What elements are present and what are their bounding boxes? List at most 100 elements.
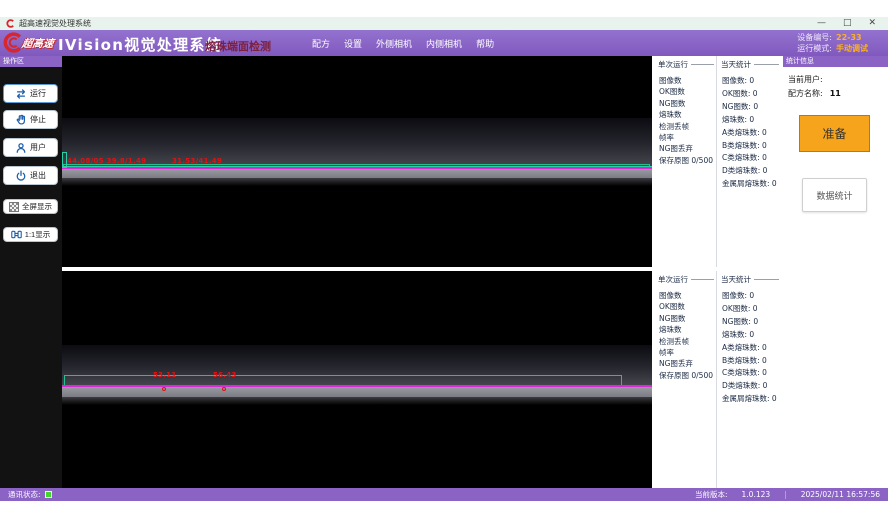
stat-row: 检测丢帧 — [659, 336, 716, 347]
comm-status-label: 通讯状态: — [8, 489, 41, 500]
stop-button-label: 停止 — [30, 114, 46, 125]
menu-item-help[interactable]: 帮助 — [476, 37, 494, 50]
stat-row: A类熔珠数: 0 — [722, 342, 781, 355]
measurement-annotation: 56.43 — [213, 371, 237, 379]
brand-name: 超高速 — [21, 36, 55, 51]
daily-stats-column: 当天统计 图像数: 0 OK图数: 0 NG图数: 0 熔珠数: 0 A类熔珠数… — [718, 271, 781, 488]
comm-status-indicator-icon — [45, 491, 52, 498]
strip-highlight-top — [62, 169, 652, 178]
stat-row: C类熔珠数: 0 — [722, 367, 781, 380]
user-button[interactable]: 用户 — [3, 138, 58, 157]
menu-item-outer-camera[interactable]: 外侧相机 — [376, 37, 412, 50]
prepare-button[interactable]: 准备 — [799, 115, 870, 152]
device-number-value: 22-33 — [836, 33, 862, 42]
device-info: 设备编号:22-33 运行模式:手动调试 — [797, 32, 868, 54]
stat-row: A类熔珠数: 0 — [722, 127, 781, 140]
stat-row: 帧率 — [659, 347, 716, 358]
defect-marker-icon — [162, 387, 166, 391]
datetime-value: 2025/02/11 16:57:56 — [801, 490, 880, 499]
stat-row: 熔珠数: 0 — [722, 329, 781, 342]
menu-item-recipe[interactable]: 配方 — [312, 37, 330, 50]
current-user-label: 当前用户: — [788, 75, 823, 84]
one-to-one-button-label: 1:1显示 — [25, 229, 50, 240]
exit-button[interactable]: 退出 — [3, 166, 58, 185]
menu-item-settings[interactable]: 设置 — [344, 37, 362, 50]
stat-row: 保存原图 0/500 — [659, 155, 716, 166]
stat-row: 帧率 — [659, 132, 716, 143]
minimize-button[interactable]: — — [817, 19, 826, 28]
stat-row: NG图丢弃 — [659, 358, 716, 369]
stat-row: NG图数 — [659, 98, 716, 109]
stat-row: B类熔珠数: 0 — [722, 355, 781, 368]
strip-fade-top — [62, 178, 652, 186]
run-button-label: 运行 — [30, 88, 46, 99]
daily-stats-title: 当天统计 — [721, 274, 781, 285]
stat-row: D类熔珠数: 0 — [722, 165, 781, 178]
data-stats-button[interactable]: 数据统计 — [802, 178, 867, 212]
fullscreen-button[interactable]: 全屏显示 — [3, 199, 58, 214]
sidebar-title: 操作区 — [0, 56, 62, 67]
stat-row: OK图数 — [659, 301, 716, 312]
status-separator: | — [784, 490, 787, 499]
exit-button-label: 退出 — [30, 170, 46, 181]
stat-row: OK图数: 0 — [722, 88, 781, 101]
run-mode-label: 运行模式: — [797, 44, 832, 53]
recipe-name-label: 配方名称: — [788, 89, 823, 98]
stat-row: 保存原图 0/500 — [659, 370, 716, 381]
maximize-button[interactable]: □ — [843, 19, 852, 28]
stat-row: 熔珠数: 0 — [722, 114, 781, 127]
stat-row: OK图数 — [659, 86, 716, 97]
defect-marker-icon — [222, 387, 226, 391]
user-icon — [15, 142, 27, 154]
app-header: 超高速 IVision视觉处理系统 熔珠端面检测 配方 设置 外侧相机 内侧相机… — [0, 30, 888, 56]
run-cycle-icon — [15, 88, 27, 100]
app-logo-icon — [6, 19, 15, 28]
daily-stats-title: 当天统计 — [721, 59, 781, 70]
stat-row: 检测丢帧 — [659, 121, 716, 132]
single-run-column: 单次运行 图像数 OK图数 NG图数 熔珠数 检测丢帧 帧率 NG图丢弃 保存原… — [655, 56, 717, 267]
os-titlebar: 超高速视觉处理系统 — □ ✕ — [0, 17, 888, 30]
stat-row: NG图数: 0 — [722, 316, 781, 329]
app-subtitle: 熔珠端面检测 — [205, 38, 271, 54]
stat-row: 图像数 — [659, 75, 716, 86]
stat-row: D类熔珠数: 0 — [722, 380, 781, 393]
measurement-annotation: 53.11 — [153, 371, 177, 379]
menu-item-inner-camera[interactable]: 内侧相机 — [426, 37, 462, 50]
stat-row: 图像数: 0 — [722, 75, 781, 88]
camera-view-top: 44.08/05 39.8/1.49 31.53/41.49 — [62, 56, 652, 267]
app-window: 超高速视觉处理系统 — □ ✕ 超高速 IVision视觉处理系统 熔珠端面检测… — [0, 0, 888, 522]
stat-row: 金属屑熔珠数: 0 — [722, 178, 781, 191]
stat-row: NG图数 — [659, 313, 716, 324]
window-title: 超高速视觉处理系统 — [19, 18, 817, 29]
stats-panel-top: 单次运行 图像数 OK图数 NG图数 熔珠数 检测丢帧 帧率 NG图丢弃 保存原… — [655, 56, 781, 267]
single-run-title: 单次运行 — [658, 59, 716, 70]
info-panel-title: 统计信息 — [783, 56, 888, 67]
stat-row: NG图丢弃 — [659, 143, 716, 154]
run-mode-value: 手动调试 — [836, 44, 868, 53]
stop-button[interactable]: 停止 — [3, 110, 58, 129]
stat-row: 图像数: 0 — [722, 290, 781, 303]
user-button-label: 用户 — [30, 142, 46, 153]
run-button[interactable]: 运行 — [3, 84, 58, 103]
camera-view-bottom: 53.11 56.43 — [62, 271, 652, 488]
measurement-annotation: 31.53/41.49 — [172, 157, 222, 165]
version-value: 1.0.123 — [742, 490, 771, 499]
stat-row: 图像数 — [659, 290, 716, 301]
fullscreen-icon — [9, 202, 19, 212]
stat-row: 熔珠数 — [659, 324, 716, 335]
one-to-one-button[interactable]: 1:1显示 — [3, 227, 58, 242]
strip-fade-bottom — [62, 397, 652, 405]
one-to-one-icon — [11, 229, 22, 240]
fullscreen-button-label: 全屏显示 — [22, 201, 52, 212]
measurement-annotation: 44.08/05 39.8/1.49 — [67, 157, 146, 165]
strip-highlight-bottom — [62, 387, 652, 397]
stat-row: OK图数: 0 — [722, 303, 781, 316]
stat-row: B类熔珠数: 0 — [722, 140, 781, 153]
single-run-title: 单次运行 — [658, 274, 716, 285]
stat-row: 熔珠数 — [659, 109, 716, 120]
close-button[interactable]: ✕ — [868, 19, 876, 28]
info-panel: 统计信息 当前用户: 配方名称:11 准备 数据统计 — [783, 56, 888, 488]
operation-sidebar: 操作区 运行 停止 用户 — [0, 56, 62, 488]
status-bar: 通讯状态: 当前版本: 1.0.123 | 2025/02/11 16:57:5… — [0, 488, 888, 501]
current-user-row: 当前用户: — [788, 74, 823, 85]
